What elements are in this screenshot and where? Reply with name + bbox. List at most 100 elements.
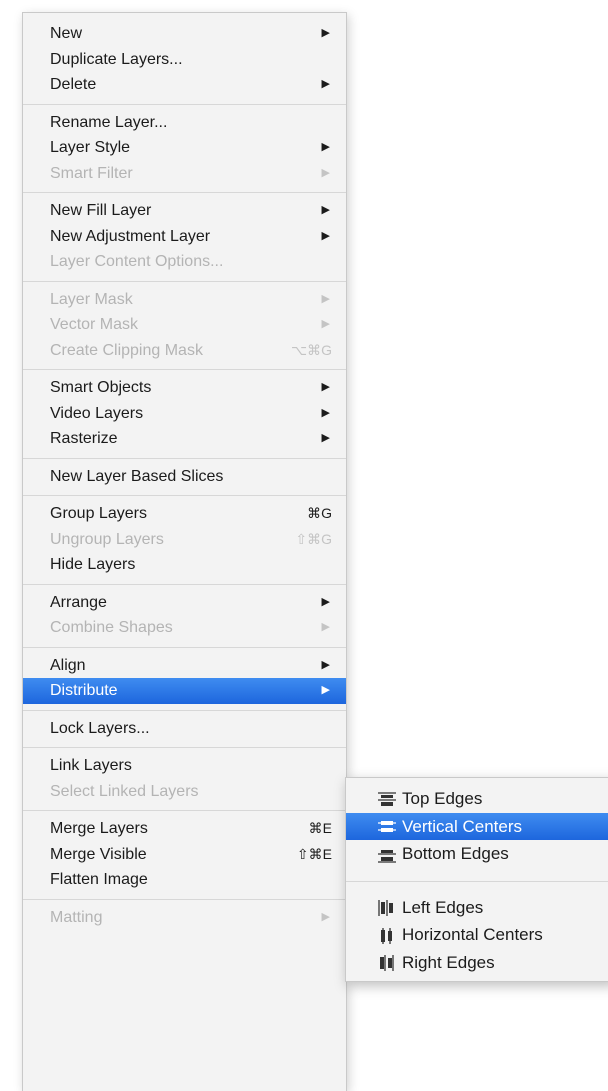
submenu-item-bottom-edges[interactable]: Bottom Edges xyxy=(346,840,608,868)
menu-item-arrange[interactable]: Arrange ▶ xyxy=(23,590,346,616)
menu-item-label: Hide Layers xyxy=(50,556,136,573)
menu-item-label: Layer Mask xyxy=(50,290,133,308)
submenu-arrow-icon: ▶ xyxy=(321,684,330,696)
menu-item-label: Select Linked Layers xyxy=(50,782,199,800)
menu-item-label: Combine Shapes xyxy=(50,619,173,636)
menu-item-new[interactable]: New ▶ xyxy=(23,21,346,47)
menu-item-delete[interactable]: Delete ▶ xyxy=(23,72,346,98)
menu-separator xyxy=(23,810,346,811)
menu-item-new-layer-based-slices[interactable]: New Layer Based Slices xyxy=(23,464,346,490)
menu-item-label: New Adjustment Layer xyxy=(50,227,211,245)
menu-item-new-adjustment-layer[interactable]: New Adjustment Layer ▶ xyxy=(23,224,346,250)
menu-item-merge-visible[interactable]: Merge Visible ⇧⌘E xyxy=(23,842,346,868)
menu-item-group-layers[interactable]: Group Layers ⌘G xyxy=(23,501,346,527)
menu-item-distribute[interactable]: Distribute ▶ xyxy=(23,678,346,704)
menu-item-label: Vector Mask xyxy=(50,316,139,333)
menu-item-label: New Fill Layer xyxy=(50,202,152,219)
menu-item-label: Arrange xyxy=(50,593,107,611)
submenu-arrow-icon: ▶ xyxy=(321,166,330,179)
menu-separator xyxy=(23,103,346,105)
submenu-arrow-icon: ▶ xyxy=(321,78,330,90)
submenu-item-horizontal-centers[interactable]: Horizontal Centers xyxy=(346,921,608,949)
submenu-item-vertical-centers[interactable]: Vertical Centers xyxy=(346,812,608,840)
menu-item-label: Smart Objects xyxy=(50,379,152,396)
submenu-item-label: Left Edges xyxy=(402,897,484,917)
submenu-arrow-icon: ▶ xyxy=(321,141,330,153)
keyboard-shortcut: ⇧⌘E xyxy=(296,845,332,862)
menu-item-label: Create Clipping Mask xyxy=(50,341,203,359)
menu-item-lock-layers[interactable]: Lock Layers... xyxy=(23,716,346,742)
menu-item-layer-style[interactable]: Layer Style ▶ xyxy=(23,135,346,161)
submenu-arrow-icon: ▶ xyxy=(321,318,330,330)
distribute-right-edges-icon xyxy=(376,953,398,972)
menu-item-layer-mask: Layer Mask ▶ xyxy=(23,287,346,313)
menu-item-link-layers[interactable]: Link Layers xyxy=(23,753,346,779)
menu-item-hide-layers[interactable]: Hide Layers xyxy=(23,552,346,578)
menu-item-new-fill-layer[interactable]: New Fill Layer ▶ xyxy=(23,198,346,224)
menu-item-vector-mask: Vector Mask ▶ xyxy=(23,312,346,338)
menu-item-label: New Layer Based Slices xyxy=(50,467,224,485)
menu-separator xyxy=(23,495,346,496)
distribute-horizontal-centers-icon xyxy=(376,926,398,944)
submenu-arrow-icon: ▶ xyxy=(321,292,330,305)
menu-item-label: Matting xyxy=(50,908,103,926)
menu-item-label: Duplicate Layers... xyxy=(50,50,183,68)
submenu-arrow-icon: ▶ xyxy=(321,910,330,923)
menu-item-select-linked-layers: Select Linked Layers xyxy=(23,779,346,805)
menu-item-label: Rasterize xyxy=(50,430,118,447)
menu-item-rasterize[interactable]: Rasterize ▶ xyxy=(23,426,346,452)
menu-separator xyxy=(23,457,346,459)
menu-item-rename-layer[interactable]: Rename Layer... xyxy=(23,110,346,136)
menu-item-merge-layers[interactable]: Merge Layers ⌘E xyxy=(23,816,346,842)
submenu-separator xyxy=(346,880,608,882)
menu-separator xyxy=(23,898,346,900)
distribute-submenu: Top Edges Vertical Centers Bottom Edges Lef… xyxy=(345,777,608,982)
submenu-arrow-icon: ▶ xyxy=(321,621,330,633)
submenu-item-right-edges[interactable]: Right Edges xyxy=(346,949,608,977)
menu-item-smart-objects[interactable]: Smart Objects ▶ xyxy=(23,375,346,401)
submenu-item-label: Bottom Edges xyxy=(402,844,509,863)
submenu-item-label: Top Edges xyxy=(402,789,483,808)
distribute-top-edges-icon xyxy=(376,790,398,808)
submenu-arrow-icon: ▶ xyxy=(321,381,330,393)
menu-item-ungroup-layers: Ungroup Layers ⇧⌘G xyxy=(23,527,346,553)
menu-item-duplicate-layers[interactable]: Duplicate Layers... xyxy=(23,47,346,73)
distribute-left-edges-icon xyxy=(376,898,398,917)
submenu-arrow-icon: ▶ xyxy=(321,595,330,608)
keyboard-shortcut: ⌘E xyxy=(308,820,332,836)
menu-separator xyxy=(23,646,346,648)
menu-separator xyxy=(23,583,346,585)
menu-item-align[interactable]: Align ▶ xyxy=(23,653,346,679)
menu-item-label: Group Layers xyxy=(50,505,147,522)
submenu-arrow-icon: ▶ xyxy=(321,406,330,419)
submenu-arrow-icon: ▶ xyxy=(321,229,330,242)
submenu-arrow-icon: ▶ xyxy=(321,432,330,444)
menu-item-matting: Matting ▶ xyxy=(23,905,346,931)
submenu-arrow-icon: ▶ xyxy=(321,204,330,216)
menu-item-label: Align xyxy=(50,656,86,674)
submenu-arrow-icon: ▶ xyxy=(321,27,330,39)
menu-separator xyxy=(23,709,346,711)
menu-item-label: Delete xyxy=(50,76,97,93)
menu-item-smart-filter: Smart Filter ▶ xyxy=(23,161,346,187)
submenu-item-label: Vertical Centers xyxy=(402,816,522,836)
menu-item-video-layers[interactable]: Video Layers ▶ xyxy=(23,401,346,427)
menu-item-label: Rename Layer... xyxy=(50,113,168,131)
menu-separator xyxy=(23,369,346,370)
menu-item-combine-shapes: Combine Shapes ▶ xyxy=(23,615,346,641)
menu-separator xyxy=(23,192,346,193)
submenu-arrow-icon: ▶ xyxy=(321,658,330,671)
keyboard-shortcut: ⌥⌘G xyxy=(290,341,332,358)
menu-item-label: Distribute xyxy=(50,682,118,699)
distribute-vertical-centers-icon xyxy=(376,817,398,835)
menu-item-label: New xyxy=(50,25,83,42)
menu-separator xyxy=(23,280,346,282)
menu-item-label: Lock Layers... xyxy=(50,719,150,737)
submenu-item-top-edges[interactable]: Top Edges xyxy=(346,785,608,813)
submenu-item-left-edges[interactable]: Left Edges xyxy=(346,894,608,922)
layer-menu: New ▶ Duplicate Layers... Delete ▶ Rename Lay… xyxy=(22,12,347,1091)
menu-item-label: Video Layers xyxy=(50,404,144,422)
menu-item-label: Layer Content Options... xyxy=(50,253,224,270)
menu-item-flatten-image[interactable]: Flatten Image xyxy=(23,867,346,893)
menu-item-create-clipping-mask: Create Clipping Mask ⌥⌘G xyxy=(23,338,346,364)
